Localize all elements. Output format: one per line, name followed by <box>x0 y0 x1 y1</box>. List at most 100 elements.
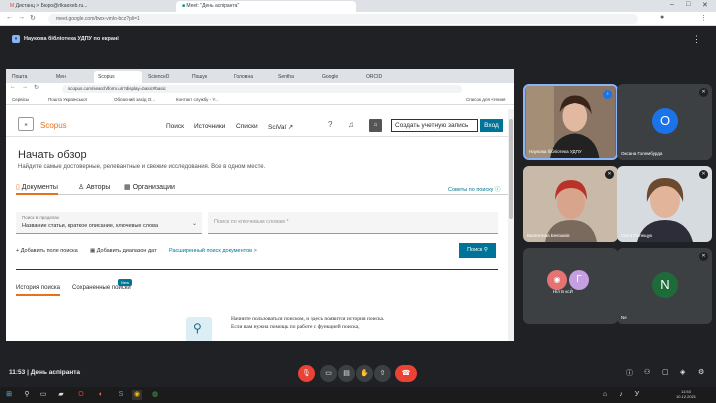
speaking-icon: ♪ <box>603 90 612 99</box>
tab-saved-searches[interactable]: Сохраненные поиски <box>72 285 131 294</box>
maximize-icon[interactable]: □ <box>686 1 690 8</box>
login-button[interactable]: Вход <box>480 119 503 132</box>
nav-scival[interactable]: SciVal ↗ <box>268 123 293 131</box>
shared-tab[interactable]: ScienceD <box>144 71 186 83</box>
magnifier-icon: ⚲ <box>193 321 202 335</box>
keyword-search-input[interactable]: Поиск по ключевым словам * <box>208 212 498 234</box>
meeting-info: 11:53 | День аспіранта <box>9 369 81 376</box>
avatar-photo: ◉ <box>547 270 567 290</box>
taskbar-clock[interactable]: 11:53 10.12.2021 <box>676 389 696 399</box>
institution-icon[interactable]: ⌂ <box>369 119 382 132</box>
keyword-placeholder: Поиск по ключевым словам * <box>214 219 289 225</box>
bookmark[interactable]: Список для чтения <box>466 97 505 102</box>
back-icon[interactable]: ← <box>6 14 13 21</box>
hangup-icon: ☎ <box>401 370 411 377</box>
back-icon[interactable]: ← <box>10 84 16 90</box>
activities-icon[interactable]: ◈ <box>680 368 685 376</box>
presenting-banner: ⏸ Наукова бібліотека УДПУ по екрані ⋮ <box>0 32 716 48</box>
shared-url-field[interactable]: scopus.com/search/form.uri?display=basic… <box>62 85 462 93</box>
file-explorer-icon[interactable]: ▰ <box>56 390 66 400</box>
mic-toggle-button[interactable]: 🎙 <box>298 365 315 382</box>
close-icon[interactable]: ✕ <box>702 1 708 9</box>
outer-tab-mail[interactable]: M Дистанц > Бюро@rtkaexeb.ru... <box>4 1 174 12</box>
bookmark[interactable]: Пошта Української <box>48 97 87 102</box>
scopus-brand[interactable]: Scopus <box>40 121 67 130</box>
profile-icon[interactable]: ● <box>660 14 664 21</box>
shared-tab[interactable]: Головна <box>230 71 272 83</box>
bookmark[interactable]: Сервісы <box>12 97 29 102</box>
nav-lists[interactable]: Списки <box>236 123 258 130</box>
shared-tab[interactable]: Sentha <box>274 71 316 83</box>
opera-icon[interactable]: O <box>76 390 86 400</box>
reload-icon[interactable]: ↻ <box>34 84 39 91</box>
shared-tab[interactable]: ORCID <box>362 71 402 83</box>
add-date-range-button[interactable]: ▦ Добавить диапазон дат <box>90 248 157 254</box>
menu-icon[interactable]: ⋮ <box>700 14 707 22</box>
chevron-down-icon: ⌄ <box>192 221 198 227</box>
shared-tab[interactable]: Пошта <box>8 71 50 83</box>
search-button[interactable]: Поиск ⚲ <box>459 243 496 258</box>
search-tips-link[interactable]: Советы по поиску ⓘ <box>448 185 500 193</box>
advanced-search-link[interactable]: Расширенный поиск документов > <box>169 248 257 254</box>
people-icon[interactable]: ⚇ <box>644 368 650 376</box>
participant-tile[interactable]: ✕ Валентина Бевзюків <box>523 166 618 242</box>
elsevier-logo[interactable]: ✱ <box>18 117 34 131</box>
tab-organizations[interactable]: ▦ Организации <box>124 183 175 193</box>
language-icon[interactable]: У <box>632 390 642 400</box>
forward-icon[interactable]: → <box>18 14 25 21</box>
tab-search-history[interactable]: История поиска <box>16 285 60 296</box>
scrollbar-thumb[interactable] <box>509 119 513 219</box>
create-account-button[interactable]: Создать учетную запись <box>391 119 478 132</box>
reload-icon[interactable]: ↻ <box>30 14 36 22</box>
task-view-icon[interactable]: ▭ <box>38 390 48 400</box>
nav-sources[interactable]: Источники <box>194 123 225 130</box>
firefox-icon[interactable]: ◐ <box>96 390 106 400</box>
chat-icon[interactable]: ▢ <box>662 368 669 376</box>
leave-call-button[interactable]: ☎ <box>395 365 417 382</box>
participant-tile[interactable]: ✕ Світа Полещук <box>617 166 712 242</box>
raise-hand-button[interactable]: ✋ <box>356 365 373 382</box>
help-icon[interactable]: ? <box>328 120 332 129</box>
avatar: Г <box>569 270 589 290</box>
mic-off-icon: ✕ <box>699 88 708 97</box>
search-field-select[interactable]: Поиск в пределах Название статьи, кратко… <box>16 212 202 234</box>
participant-tile[interactable]: N ✕ Ne <box>617 248 712 324</box>
forward-icon[interactable]: → <box>22 84 28 90</box>
search-icon[interactable]: ⚲ <box>22 390 32 400</box>
more-options-icon[interactable]: ⋮ <box>692 34 701 45</box>
present-button[interactable]: ⇧ <box>374 365 391 382</box>
minimize-icon[interactable]: – <box>670 1 674 8</box>
avatar: N <box>652 272 678 298</box>
chrome-icon[interactable]: ◉ <box>132 390 142 400</box>
volume-icon[interactable]: ♪ <box>616 390 626 400</box>
bookmark[interactable]: Контакт службу - Y... <box>176 97 219 102</box>
participant-tile[interactable]: О ✕ Оксана Голембурда <box>617 84 712 160</box>
host-controls-icon[interactable]: ⚙ <box>698 368 704 376</box>
tab-authors[interactable]: ♙ Авторы <box>78 183 110 193</box>
windows-start-icon[interactable]: ⊞ <box>4 390 14 400</box>
shared-tab[interactable]: Мен <box>52 71 92 83</box>
nav-search[interactable]: Поиск <box>166 123 184 130</box>
skype-icon[interactable]: S <box>116 390 126 400</box>
tab-documents[interactable]: ▯ Документы <box>16 183 58 195</box>
camera-icon: ▭ <box>325 370 332 377</box>
shared-tab[interactable]: Google <box>318 71 360 83</box>
shared-tab[interactable]: Пошук <box>188 71 228 83</box>
captions-button[interactable]: ▤ <box>338 365 355 382</box>
participant-tile[interactable]: ◉ Г Ніл Б ксЙ <box>523 248 618 324</box>
outer-url-field[interactable]: meet.google.com/bwx-vmlo-bcz?pli=1 <box>48 14 638 24</box>
notification-bell-icon[interactable]: ♫ <box>348 120 354 129</box>
field-select-label: Поиск в пределах <box>22 215 60 220</box>
camera-toggle-button[interactable]: ▭ <box>320 365 337 382</box>
network-icon[interactable]: ⌂ <box>600 390 610 400</box>
add-search-field-button[interactable]: + Добавить поле поиска <box>16 248 78 254</box>
bookmark[interactable]: Обласний захід О... <box>114 97 155 102</box>
shared-tab-active[interactable]: Scopus <box>94 71 142 83</box>
pin-icon: ⏸ <box>12 35 20 43</box>
captions-icon: ▤ <box>343 370 350 377</box>
info-icon[interactable]: ⓘ <box>626 368 633 378</box>
page-scrollbar[interactable] <box>508 109 514 341</box>
app-icon[interactable]: ◍ <box>150 390 160 400</box>
outer-tab-meet[interactable]: ■ Meet: "День аспіранта" <box>176 1 356 12</box>
participant-tile-presenter[interactable]: ♪ Наукова бібліотека УДПУ <box>523 84 618 160</box>
